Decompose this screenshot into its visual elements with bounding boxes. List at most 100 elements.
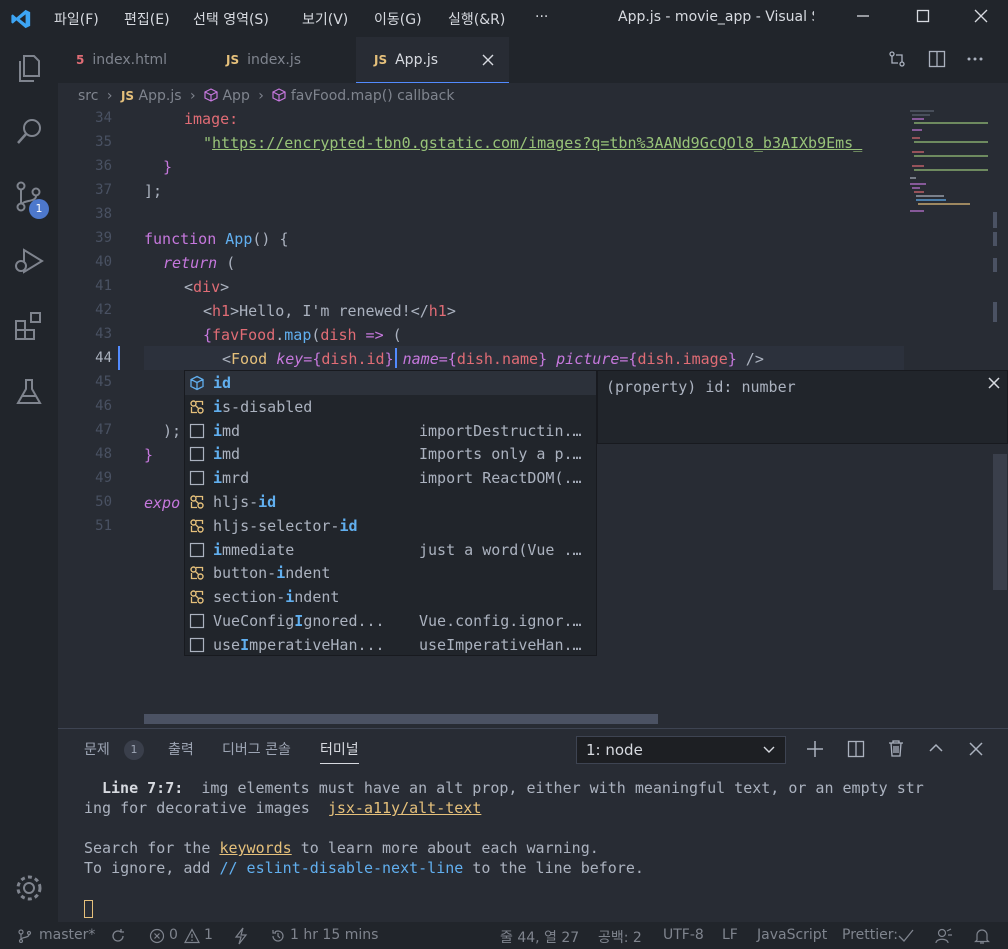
extensions-button[interactable] xyxy=(12,309,46,343)
tab-debug-console[interactable]: 디버그 콘솔 xyxy=(222,739,291,759)
suggest-details: (property) id: number xyxy=(597,370,1008,444)
tab-index-js[interactable]: JS index.js xyxy=(208,37,356,83)
split-terminal-icon[interactable] xyxy=(847,740,865,758)
code-line: <h1>Hello, I'm renewed!</h1> xyxy=(203,302,456,320)
terminal-select[interactable]: 1: node xyxy=(576,736,786,764)
menu-run[interactable]: 실행(&R) xyxy=(448,9,505,29)
minimap[interactable] xyxy=(904,108,990,218)
menu-go[interactable]: 이동(G) xyxy=(374,9,422,29)
suggest-item[interactable]: hljs-selector-id xyxy=(185,514,596,538)
window-title: App.js - movie_app - Visual Stu... xyxy=(618,9,814,25)
feedback-icon[interactable] xyxy=(935,927,953,945)
cursor-position[interactable]: 줄 44, 열 27 xyxy=(500,927,579,947)
prettier-status[interactable]: Prettier: xyxy=(842,927,898,943)
suggest-item[interactable]: hljs-id xyxy=(185,490,596,514)
tab-label: App.js xyxy=(395,52,439,68)
keyword-icon xyxy=(190,400,204,414)
terminal-cursor xyxy=(84,900,93,918)
extensions-icon xyxy=(15,312,41,340)
breadcrumb-component[interactable]: App xyxy=(222,88,249,104)
suggest-item-detail: import ReactDOM(... xyxy=(419,469,587,488)
suggest-item[interactable]: VueConfigIgnored... Vue.config.ignor... xyxy=(185,609,596,633)
close-window-button[interactable] xyxy=(966,5,996,31)
terminal-line: To ignore, add // eslint-disable-next-li… xyxy=(84,859,644,877)
details-signature: (property) id: number xyxy=(606,378,796,396)
breadcrumb-src[interactable]: src xyxy=(78,88,98,104)
more-actions-icon[interactable] xyxy=(966,50,984,68)
overview-ruler-mark xyxy=(993,232,997,246)
bell-icon[interactable] xyxy=(974,927,990,945)
tab-index-html[interactable]: 5 index.html xyxy=(58,37,208,83)
menu-view[interactable]: 보기(V) xyxy=(302,9,348,29)
trash-icon[interactable] xyxy=(887,739,905,757)
compare-changes-icon[interactable] xyxy=(888,50,906,68)
warning-count[interactable]: 1 xyxy=(204,927,213,943)
tab-label: index.html xyxy=(92,52,168,68)
search-button[interactable] xyxy=(12,115,46,149)
horizontal-scrollbar-thumb[interactable] xyxy=(144,714,658,724)
chevron-up-icon[interactable] xyxy=(928,741,944,755)
suggest-item[interactable]: immediate just a word(Vue ... xyxy=(185,538,596,562)
line-number: 38 xyxy=(95,206,112,222)
run-debug-button[interactable] xyxy=(12,244,46,278)
suggest-item[interactable]: section-indent xyxy=(185,585,596,609)
suggest-item[interactable]: imd Imports only a p... xyxy=(185,442,596,466)
minimize-icon xyxy=(857,15,869,17)
suggest-item[interactable]: useImperativeHan... useImperativeHan... xyxy=(185,633,596,657)
explorer-button[interactable] xyxy=(12,51,46,85)
tab-app-js[interactable]: JS App.js xyxy=(356,37,509,83)
js-file-icon: JS xyxy=(374,53,388,67)
lightning-icon[interactable] xyxy=(234,927,248,945)
minimize-button[interactable] xyxy=(848,5,878,31)
suggest-item[interactable]: button-indent xyxy=(185,561,596,585)
suggest-item-detail: just a word(Vue ... xyxy=(419,540,587,559)
language-mode[interactable]: JavaScript xyxy=(757,927,827,943)
testing-button[interactable] xyxy=(12,375,46,409)
vertical-scrollbar-thumb[interactable] xyxy=(993,454,1007,590)
settings-button[interactable] xyxy=(12,871,46,905)
terminal-select-value: 1: node xyxy=(586,741,643,759)
end-of-line[interactable]: LF xyxy=(722,927,738,943)
menu-edit[interactable]: 편집(E) xyxy=(124,9,170,29)
terminal-line: Search for the keywords to learn more ab… xyxy=(84,839,599,857)
code-line: } xyxy=(163,158,173,176)
error-count[interactable]: 0 xyxy=(169,927,178,943)
indentation[interactable]: 공백: 2 xyxy=(598,927,642,947)
menu-file[interactable]: 파일(F) xyxy=(54,9,99,29)
suggest-item-detail: importDestructin... xyxy=(419,421,587,440)
suggest-item[interactable]: is-disabled xyxy=(185,395,596,419)
line-number: 49 xyxy=(95,470,112,486)
sync-icon[interactable] xyxy=(110,928,126,944)
close-panel-icon[interactable] xyxy=(969,742,983,756)
menu-selection[interactable]: 선택 영역(S) xyxy=(193,9,269,29)
suggest-item[interactable]: imd importDestructin... xyxy=(185,419,596,443)
menu-more[interactable]: ··· xyxy=(535,9,548,25)
suggest-item-label: imd xyxy=(213,445,241,464)
code-line: ]; xyxy=(144,182,163,200)
activity-bar: 1 xyxy=(0,37,58,922)
tab-terminal[interactable]: 터미널 xyxy=(320,739,359,764)
close-icon xyxy=(974,9,988,23)
git-branch[interactable]: master* xyxy=(39,927,95,943)
code-line: ); xyxy=(163,422,182,440)
close-tab-icon[interactable] xyxy=(482,54,494,66)
suggest-item-label: id xyxy=(213,374,232,392)
breadcrumb-file[interactable]: App.js xyxy=(139,88,182,104)
wakatime[interactable]: 1 hr 15 mins xyxy=(290,927,378,943)
encoding[interactable]: UTF-8 xyxy=(663,927,704,943)
split-editor-icon[interactable] xyxy=(928,50,946,68)
code-line: <Food key={dish.id} name={dish.name} pic… xyxy=(222,350,764,368)
breadcrumb-callback[interactable]: favFood.map() callback xyxy=(291,88,455,104)
suggest-item[interactable]: id xyxy=(185,371,596,395)
suggest-item[interactable]: imrd import ReactDOM(... xyxy=(185,466,596,490)
js-file-icon: JS xyxy=(226,53,240,67)
suggest-item-label: is-disabled xyxy=(213,397,313,416)
overview-ruler-mark xyxy=(993,212,997,228)
code-line: "https://encrypted-tbn0.gstatic.com/imag… xyxy=(203,134,863,152)
close-details-icon[interactable] xyxy=(988,377,1000,389)
cube-icon xyxy=(204,88,218,102)
tab-problems[interactable]: 문제 xyxy=(84,739,110,759)
tab-output[interactable]: 출력 xyxy=(168,739,194,759)
new-terminal-icon[interactable] xyxy=(806,740,824,758)
maximize-button[interactable] xyxy=(908,5,938,31)
